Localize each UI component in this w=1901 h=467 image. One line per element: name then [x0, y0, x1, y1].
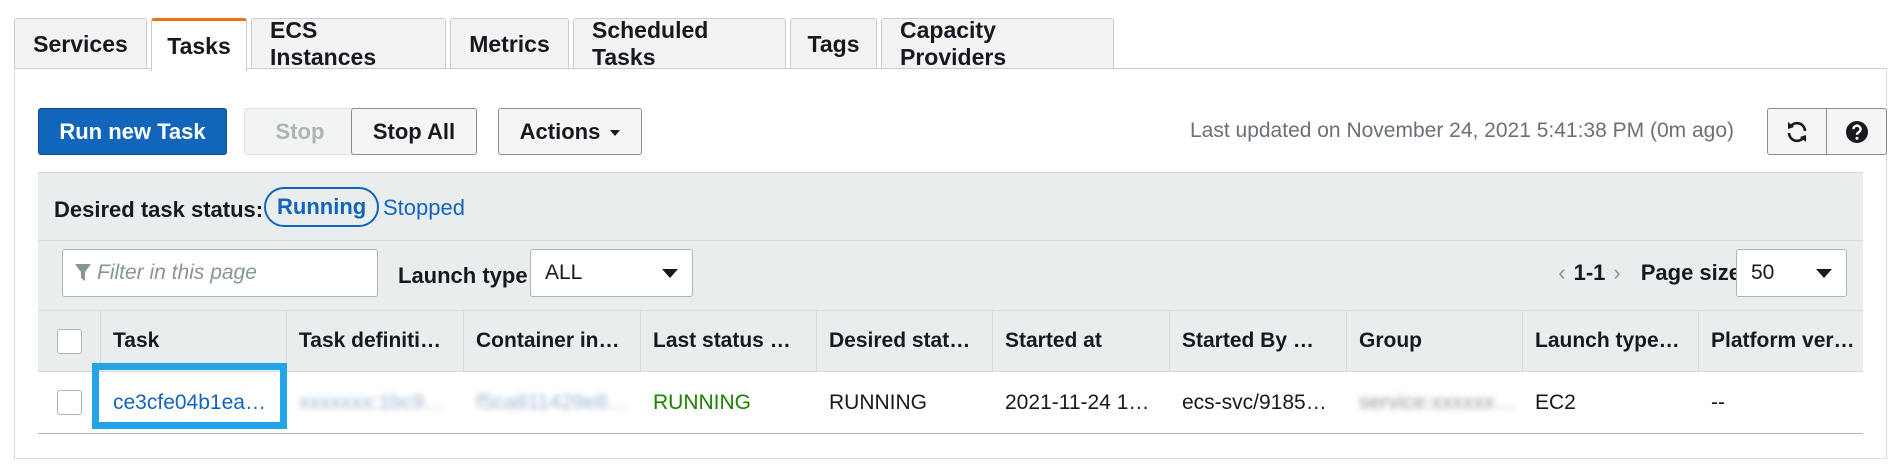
filter-input[interactable] [97, 261, 357, 285]
actions-dropdown[interactable]: Actions [498, 108, 642, 155]
stop-button[interactable]: Stop [244, 108, 356, 155]
column-header-launch-type[interactable]: Launch type… [1523, 311, 1699, 371]
column-header-started-at[interactable]: Started at [993, 311, 1170, 371]
stop-all-label: Stop All [372, 118, 456, 144]
group-value: service:xxxxxx… [1359, 390, 1516, 414]
tab-services[interactable]: Services [14, 18, 147, 69]
status-stopped-link[interactable]: Stopped [383, 195, 465, 221]
started-by-cell: ecs-svc/9185… [1182, 390, 1327, 414]
actions-label: Actions [519, 118, 601, 144]
row-select-cell [38, 372, 101, 433]
tab-metrics[interactable]: Metrics [450, 18, 569, 69]
filter-input-box[interactable] [62, 249, 378, 297]
container-instance-link[interactable]: f5ca811429e8… [476, 391, 629, 415]
column-header-started-by[interactable]: Started By … [1170, 311, 1347, 371]
status-running-toggle[interactable]: Running [264, 187, 380, 227]
last-updated-text: Last updated on November 24, 2021 5:41:3… [1189, 119, 1734, 142]
task-definition-link[interactable]: xxxxxxx:1bc9… [299, 391, 445, 415]
run-new-task-button[interactable]: Run new Task [38, 108, 227, 155]
chevron-right-icon[interactable]: › [1613, 260, 1620, 286]
launch-type-select[interactable]: ALL [530, 249, 693, 297]
table-header-row: Task Task definiti… Container in… Last s… [38, 310, 1863, 372]
page-size-select[interactable]: 50 [1736, 249, 1847, 297]
started-at-cell: 2021-11-24 1… [1005, 390, 1150, 414]
column-header-container-instance[interactable]: Container in… [464, 311, 641, 371]
column-header-platform-version[interactable]: Platform ver… [1699, 311, 1862, 371]
stop-all-button[interactable]: Stop All [351, 108, 477, 155]
caret-down-icon [610, 129, 621, 136]
table-row: ce3cfe04b1ea… xxxxxxx:1bc9… f5ca811429e8… [38, 372, 1863, 434]
page-size-value: 50 [1751, 261, 1775, 284]
tab-tasks[interactable]: Tasks [151, 18, 247, 71]
last-status-cell: RUNNING [653, 390, 751, 414]
task-id-link[interactable]: ce3cfe04b1ea… [113, 391, 266, 415]
pagination: ‹ 1-1 › Page size [1550, 260, 1741, 286]
task-id-cell: ce3cfe04b1ea… [101, 372, 287, 433]
refresh-icon [1787, 121, 1807, 142]
desired-status-cell: RUNNING [829, 390, 927, 414]
group-cell: service:xxxxxx… [1347, 372, 1523, 433]
select-all-cell [38, 311, 101, 371]
column-header-task[interactable]: Task [101, 311, 287, 371]
tab-ecs-instances[interactable]: ECS Instances [251, 17, 446, 70]
tab-tags[interactable]: Tags [790, 18, 877, 69]
tab-bar: Services Tasks ECS Instances Metrics Sch… [14, 17, 1118, 71]
launch-type-cell: EC2 [1535, 390, 1576, 414]
help-button[interactable] [1827, 108, 1887, 155]
container-instance-cell: f5ca811429e8… [464, 372, 641, 433]
tab-capacity-providers[interactable]: Capacity Providers [881, 17, 1114, 70]
select-all-checkbox[interactable] [56, 328, 82, 354]
dropdown-arrow-icon [662, 269, 678, 278]
question-circle-icon [1845, 120, 1868, 143]
column-header-task-definition[interactable]: Task definiti… [287, 311, 464, 371]
launch-type-value: ALL [545, 261, 583, 284]
filter-icon [75, 264, 91, 281]
dropdown-arrow-icon [1816, 269, 1832, 278]
row-checkbox[interactable] [57, 390, 82, 415]
column-header-group[interactable]: Group [1347, 311, 1523, 371]
tab-scheduled-tasks[interactable]: Scheduled Tasks [573, 17, 786, 70]
chevron-left-icon[interactable]: ‹ [1558, 260, 1565, 286]
refresh-button[interactable] [1767, 108, 1827, 155]
platform-version-cell: -- [1711, 390, 1725, 414]
tasks-table: Task Task definiti… Container in… Last s… [38, 310, 1863, 434]
column-header-last-status[interactable]: Last status … [641, 311, 817, 371]
task-definition-cell: xxxxxxx:1bc9… [287, 372, 464, 433]
status-filter-bar: Desired task status: Running Stopped [38, 172, 1863, 240]
column-header-desired-status[interactable]: Desired stat… [817, 311, 993, 371]
filter-row: Launch type ALL ‹ 1-1 › Page size 50 [38, 240, 1863, 310]
page-range: 1-1 [1573, 260, 1606, 285]
desired-status-label: Desired task status: [54, 197, 264, 222]
launch-type-label: Launch type [398, 263, 528, 288]
page-size-label: Page size [1640, 260, 1741, 285]
